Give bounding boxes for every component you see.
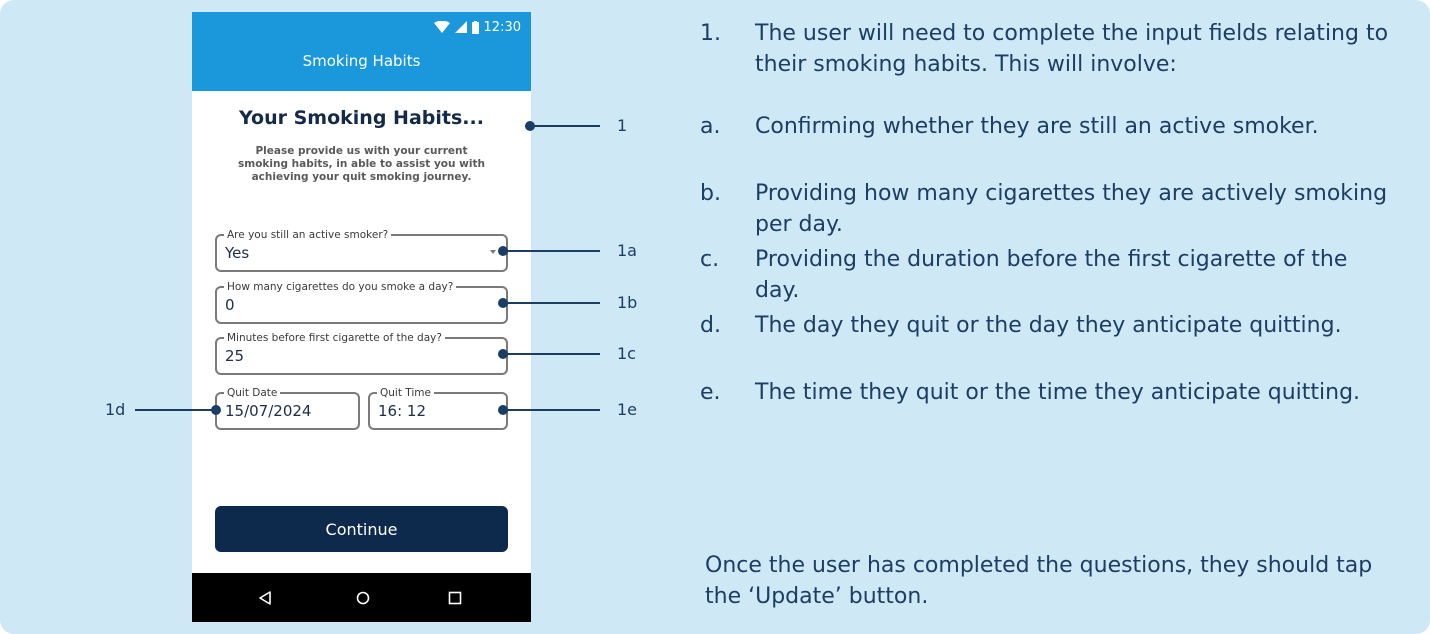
callout-line-1c — [503, 353, 600, 355]
callout-line-1d — [135, 409, 215, 411]
step-marker: 1. — [700, 21, 721, 46]
item-text: Confirming whether they are still an act… — [755, 114, 1319, 139]
callout-line-1a — [503, 250, 600, 252]
callout-label-1d: 1d — [105, 400, 126, 419]
item-marker: b. — [700, 181, 721, 206]
quit-time-value: 16: 12 — [378, 402, 426, 420]
phone-screen: 12:30 Smoking Habits Your Smoking Habits… — [192, 12, 531, 622]
cigarettes-per-day-label: How many cigarettes do you smoke a day? — [224, 280, 457, 294]
recents-icon[interactable] — [425, 573, 485, 622]
quit-time-label: Quit Time — [377, 386, 434, 400]
item-marker: a. — [700, 114, 721, 139]
android-nav-bar — [192, 573, 531, 622]
item-text: The time they quit or the time they anti… — [755, 380, 1361, 405]
app-bar: 12:30 Smoking Habits — [192, 12, 531, 91]
callout-line-1 — [530, 125, 600, 127]
minutes-before-first-input[interactable]: Minutes before first cigarette of the da… — [215, 331, 508, 375]
tutorial-panel: 12:30 Smoking Habits Your Smoking Habits… — [0, 0, 1430, 634]
page-heading: Your Smoking Habits... — [239, 107, 484, 129]
signal-icon — [454, 21, 467, 33]
callout-dot-1d — [211, 405, 221, 415]
cigarettes-per-day-value: 0 — [225, 296, 235, 314]
minutes-before-first-label: Minutes before first cigarette of the da… — [224, 331, 445, 345]
step-text: The user will need to complete the input… — [755, 21, 1389, 77]
quit-date-input[interactable]: Quit Date 15/07/2024 — [215, 386, 360, 430]
status-time: 12:30 — [483, 19, 521, 35]
callout-label-1b: 1b — [617, 293, 638, 312]
app-title: Smoking Habits — [302, 52, 421, 70]
cigarettes-per-day-input[interactable]: How many cigarettes do you smoke a day? … — [215, 280, 508, 324]
status-bar: 12:30 — [433, 18, 521, 36]
quit-date-value: 15/07/2024 — [225, 402, 312, 420]
item-marker: e. — [700, 380, 721, 405]
page-description: Please provide us with your current smok… — [238, 145, 485, 183]
item-marker: d. — [700, 313, 721, 338]
active-smoker-value: Yes — [225, 244, 250, 262]
item-text: Providing how many cigarettes they are a… — [755, 181, 1388, 237]
callout-label-1e: 1e — [617, 400, 638, 419]
callout-line-1b — [503, 302, 600, 304]
battery-icon — [471, 20, 479, 34]
callout-label-1: 1 — [617, 116, 628, 135]
back-icon[interactable] — [235, 573, 295, 622]
instruction-footer: Once the user has completed the question… — [705, 553, 1373, 609]
active-smoker-select[interactable]: Are you still an active smoker? Yes — [215, 228, 508, 272]
quit-date-label: Quit Date — [224, 386, 281, 400]
continue-button[interactable]: Continue — [215, 506, 508, 552]
item-marker: c. — [700, 247, 720, 272]
callout-line-1e — [503, 409, 600, 411]
active-smoker-label: Are you still an active smoker? — [224, 228, 392, 242]
wifi-icon — [433, 21, 450, 33]
item-text: The day they quit or the day they antici… — [755, 313, 1342, 338]
callout-label-1c: 1c — [617, 344, 636, 363]
item-text: Providing the duration before the first … — [755, 247, 1348, 303]
home-icon[interactable] — [333, 573, 393, 622]
dropdown-arrow-icon — [490, 250, 496, 254]
quit-time-input[interactable]: Quit Time 16: 12 — [368, 386, 508, 430]
minutes-before-first-value: 25 — [225, 347, 245, 365]
callout-label-1a: 1a — [617, 241, 637, 260]
